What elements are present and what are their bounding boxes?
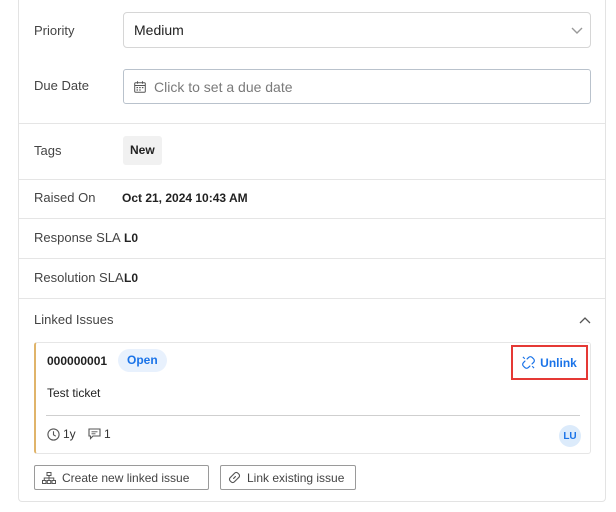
- tags-label: Tags: [34, 143, 62, 158]
- resolution-sla-value: L0: [124, 271, 139, 285]
- divider: [19, 179, 605, 180]
- comment-count: 1: [88, 427, 111, 441]
- comment-count-value: 1: [104, 427, 111, 441]
- divider: [19, 218, 605, 219]
- linked-issues-label: Linked Issues: [34, 312, 114, 327]
- link-existing-issue-button[interactable]: Link existing issue: [220, 465, 356, 490]
- due-date-input[interactable]: Click to set a due date: [123, 69, 591, 104]
- priority-value: Medium: [134, 22, 184, 38]
- status-badge: Open: [118, 349, 167, 372]
- avatar[interactable]: LU: [559, 425, 581, 447]
- due-date-placeholder: Click to set a due date: [154, 79, 293, 95]
- clock-icon: [47, 427, 60, 441]
- linked-issue-id: 000000001: [47, 354, 108, 368]
- age-value: 1y: [63, 427, 76, 441]
- resolution-sla-label: Resolution SLA: [34, 270, 124, 285]
- chevron-up-icon[interactable]: [579, 316, 591, 326]
- unlink-label: Unlink: [540, 355, 577, 370]
- chevron-down-icon: [571, 27, 583, 34]
- due-date-label: Due Date: [34, 78, 89, 93]
- comment-icon: [88, 428, 101, 440]
- link-icon: [228, 471, 241, 484]
- divider: [19, 258, 605, 259]
- raised-on-label: Raised On: [34, 190, 96, 205]
- unlink-button[interactable]: Unlink: [511, 345, 588, 380]
- unlink-icon: [522, 356, 536, 369]
- linked-issue-card[interactable]: 000000001 Open Unlink Test ticket 1y 1 L…: [34, 342, 591, 454]
- priority-select[interactable]: Medium: [123, 12, 591, 48]
- raised-on-value: Oct 21, 2024 10:43 AM: [122, 191, 248, 205]
- divider: [19, 298, 605, 299]
- tag-chip[interactable]: New: [123, 136, 162, 165]
- hierarchy-icon: [42, 471, 56, 484]
- calendar-icon: [134, 81, 146, 93]
- age-indicator: 1y: [47, 427, 76, 441]
- response-sla-label: Response SLA: [34, 230, 121, 245]
- link-existing-issue-label: Link existing issue: [247, 470, 345, 485]
- create-linked-issue-label: Create new linked issue: [62, 470, 190, 485]
- ticket-details-panel: Priority Medium Due Date Click to set a …: [18, 0, 606, 502]
- create-linked-issue-button[interactable]: Create new linked issue: [34, 465, 209, 490]
- divider: [19, 123, 605, 124]
- response-sla-value: L0: [124, 231, 139, 245]
- linked-issue-title: Test ticket: [47, 386, 101, 400]
- priority-label: Priority: [34, 23, 75, 38]
- card-divider: [46, 415, 580, 416]
